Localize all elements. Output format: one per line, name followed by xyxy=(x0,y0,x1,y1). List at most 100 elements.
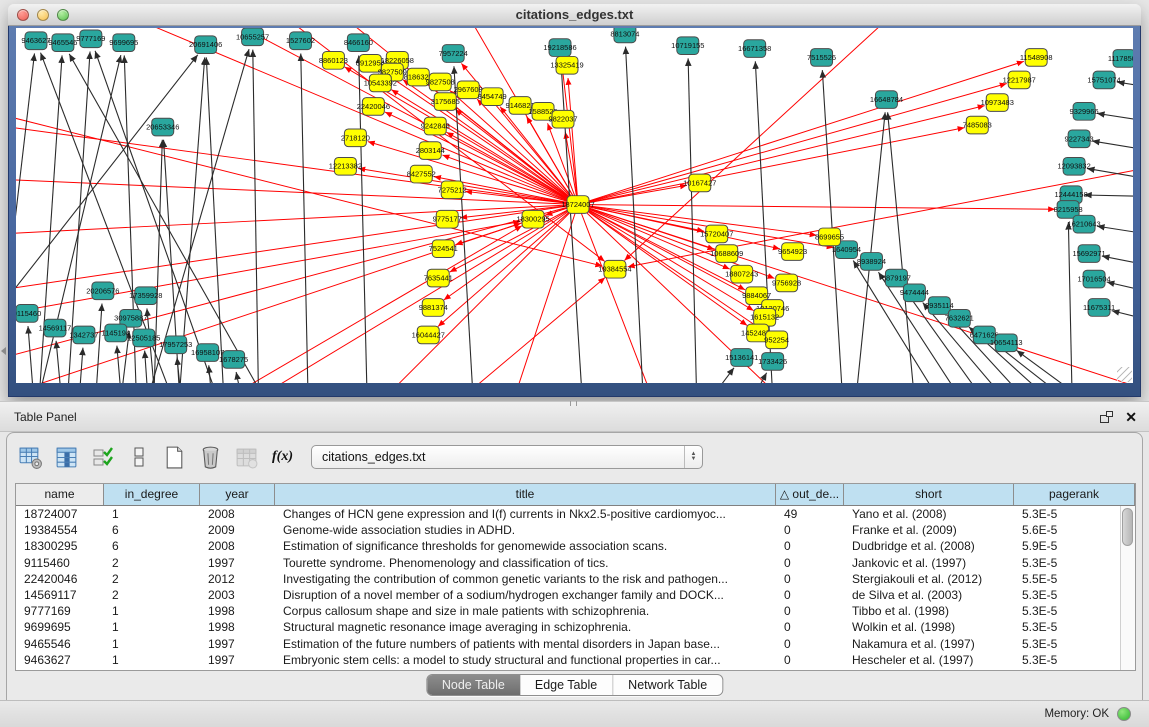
table-row[interactable]: 2242004622012Investigating the contribut… xyxy=(16,571,1120,587)
graph-node[interactable]: 9822037 xyxy=(548,110,577,128)
graph-node[interactable]: 22420046 xyxy=(357,98,390,116)
splitter-collapse-arrow[interactable] xyxy=(1,347,6,355)
column-header-pagerank[interactable]: pagerank xyxy=(1014,484,1135,505)
window-titlebar[interactable]: citations_edges.txt xyxy=(8,4,1141,26)
graph-node[interactable]: 10973483 xyxy=(981,94,1014,112)
graph-node[interactable]: 15751074 xyxy=(1087,71,1120,89)
graph-node[interactable]: 20206576 xyxy=(86,282,119,300)
graph-node[interactable]: 17957253 xyxy=(159,336,192,354)
graph-node[interactable]: 8427552 xyxy=(407,165,436,183)
show-columns-button[interactable] xyxy=(53,444,80,471)
table-settings-button[interactable] xyxy=(17,444,44,471)
tab-edge-table[interactable]: Edge Table xyxy=(520,675,612,695)
graph-node[interactable]: 9777169 xyxy=(76,30,105,48)
graph-node[interactable]: 1678275 xyxy=(219,351,248,369)
column-header-title[interactable]: title xyxy=(275,484,776,505)
graph-node[interactable]: 10688609 xyxy=(710,245,743,263)
select-columns-button[interactable] xyxy=(89,444,116,471)
graph-node[interactable]: 19218586 xyxy=(543,39,576,57)
graph-node[interactable]: 7485083 xyxy=(963,116,992,134)
tab-network-table[interactable]: Network Table xyxy=(612,675,722,695)
graph-node[interactable]: 12213382 xyxy=(329,157,362,175)
splitter-handle[interactable] xyxy=(570,401,577,406)
graph-node[interactable]: 9756928 xyxy=(772,274,801,292)
graph-node[interactable]: 12093832 xyxy=(1057,157,1090,175)
row-options-button[interactable] xyxy=(125,444,152,471)
tab-node-table[interactable]: Node Table xyxy=(427,675,520,695)
table-selector-dropdown[interactable]: citations_edges.txt ▲▼ xyxy=(311,445,703,469)
window-resize-grip[interactable] xyxy=(1117,367,1132,382)
graph-node[interactable]: 15720407 xyxy=(700,225,733,243)
graph-node[interactable]: 9881374 xyxy=(419,299,448,317)
column-header-out_degree[interactable]: △ out_de... xyxy=(776,484,844,505)
graph-node[interactable]: 9242848 xyxy=(421,117,450,135)
graph-node[interactable]: 7957224 xyxy=(439,45,468,63)
graph-node[interactable]: 7635441 xyxy=(424,269,453,287)
graph-node[interactable]: 16648784 xyxy=(870,91,903,109)
graph-node[interactable]: 2803144 xyxy=(416,142,445,160)
table-scrollbar[interactable] xyxy=(1120,506,1135,670)
graph-node[interactable]: 9775177 xyxy=(433,210,462,228)
graph-node[interactable]: 8938924 xyxy=(857,253,886,271)
graph-node[interactable]: 11675311 xyxy=(1083,299,1115,317)
graph-node[interactable]: 7515526 xyxy=(807,49,836,67)
column-header-name[interactable]: name xyxy=(16,484,104,505)
graph-node[interactable]: 20691406 xyxy=(189,36,222,54)
column-header-in_degree[interactable]: in_degree xyxy=(104,484,200,505)
graph-node[interactable]: 9463627 xyxy=(21,32,50,50)
table-row[interactable]: 969969511998Structural magnetic resonanc… xyxy=(16,619,1120,635)
graph-node[interactable]: 1527602 xyxy=(286,32,315,50)
graph-node[interactable]: 11548908 xyxy=(1020,49,1053,67)
function-builder-button[interactable]: f(x) xyxy=(269,444,296,471)
table-row[interactable]: 946362711997Embryonic stem cells: a mode… xyxy=(16,652,1120,668)
table-row[interactable]: 977716911998Corpus callosum shape and si… xyxy=(16,603,1120,619)
graph-node[interactable]: 10719155 xyxy=(671,37,704,55)
graph-node[interactable]: 1145194 xyxy=(102,324,131,342)
graph-node[interactable]: 7632621 xyxy=(945,309,974,327)
table-row[interactable]: 946554611997Estimation of the future num… xyxy=(16,636,1120,652)
close-panel-icon[interactable]: ✕ xyxy=(1125,411,1137,423)
table-row[interactable]: 1872400712008Changes of HCN gene express… xyxy=(16,506,1120,522)
new-table-button[interactable] xyxy=(161,444,188,471)
graph-node[interactable]: 12217987 xyxy=(1003,71,1036,89)
scrollbar-thumb[interactable] xyxy=(1122,508,1133,546)
graph-node[interactable]: 9465546 xyxy=(48,34,77,52)
delete-columns-button[interactable] xyxy=(197,444,224,471)
graph-node[interactable]: 7524541 xyxy=(429,240,458,258)
graph-node[interactable]: 9654923 xyxy=(778,243,807,261)
graph-node[interactable]: 2718120 xyxy=(341,129,370,147)
graph-node[interactable]: 1342737 xyxy=(69,326,98,344)
table-row[interactable]: 1830029562008Estimation of significance … xyxy=(16,538,1120,554)
graph-node[interactable]: 8860123 xyxy=(319,52,348,70)
graph-node[interactable]: 16044427 xyxy=(412,326,445,344)
graph-node[interactable]: 8813074 xyxy=(610,28,639,43)
graph-node[interactable]: 18807243 xyxy=(725,265,758,283)
graph-node[interactable]: 13325419 xyxy=(550,56,583,74)
column-header-year[interactable]: year xyxy=(200,484,275,505)
graph-node[interactable]: 9699695 xyxy=(109,34,138,52)
graph-node[interactable]: 17016504 xyxy=(1077,270,1110,288)
graph-node[interactable]: 10167427 xyxy=(683,174,716,192)
graph-node[interactable]: 9827508 xyxy=(426,73,455,91)
graph-node[interactable]: 9115460 xyxy=(16,305,41,323)
graph-node[interactable]: 10655257 xyxy=(236,28,269,46)
graph-node[interactable]: 8454749 xyxy=(478,88,507,106)
graph-node[interactable]: 15136141 xyxy=(725,349,758,367)
graph-node[interactable]: 1615132 xyxy=(750,308,779,326)
graph-node[interactable]: 19384554 xyxy=(598,260,631,278)
graph-node[interactable]: 15692971 xyxy=(1072,245,1105,263)
graph-node[interactable]: 9329966 xyxy=(1070,103,1099,121)
table-row[interactable]: 1938455462009Genome-wide association stu… xyxy=(16,522,1120,538)
graph-node[interactable]: 7275212 xyxy=(438,181,467,199)
graph-node[interactable]: 952254 xyxy=(764,331,789,349)
column-header-short[interactable]: short xyxy=(844,484,1014,505)
graph-node[interactable]: 20653346 xyxy=(146,118,179,136)
table-row[interactable]: 911546021997Tourette syndrome. Phenomeno… xyxy=(16,555,1120,571)
graph-node[interactable]: 8466160 xyxy=(344,34,373,52)
graph-node[interactable]: 9474444 xyxy=(900,284,929,302)
graph-node[interactable]: 3175685 xyxy=(431,93,460,111)
table-row[interactable]: 1456911722003Disruption of a novel membe… xyxy=(16,587,1120,603)
float-panel-icon[interactable] xyxy=(1100,411,1113,423)
graph-node[interactable]: 1733426 xyxy=(758,353,787,371)
graph-node[interactable]: 9227343 xyxy=(1065,130,1094,148)
